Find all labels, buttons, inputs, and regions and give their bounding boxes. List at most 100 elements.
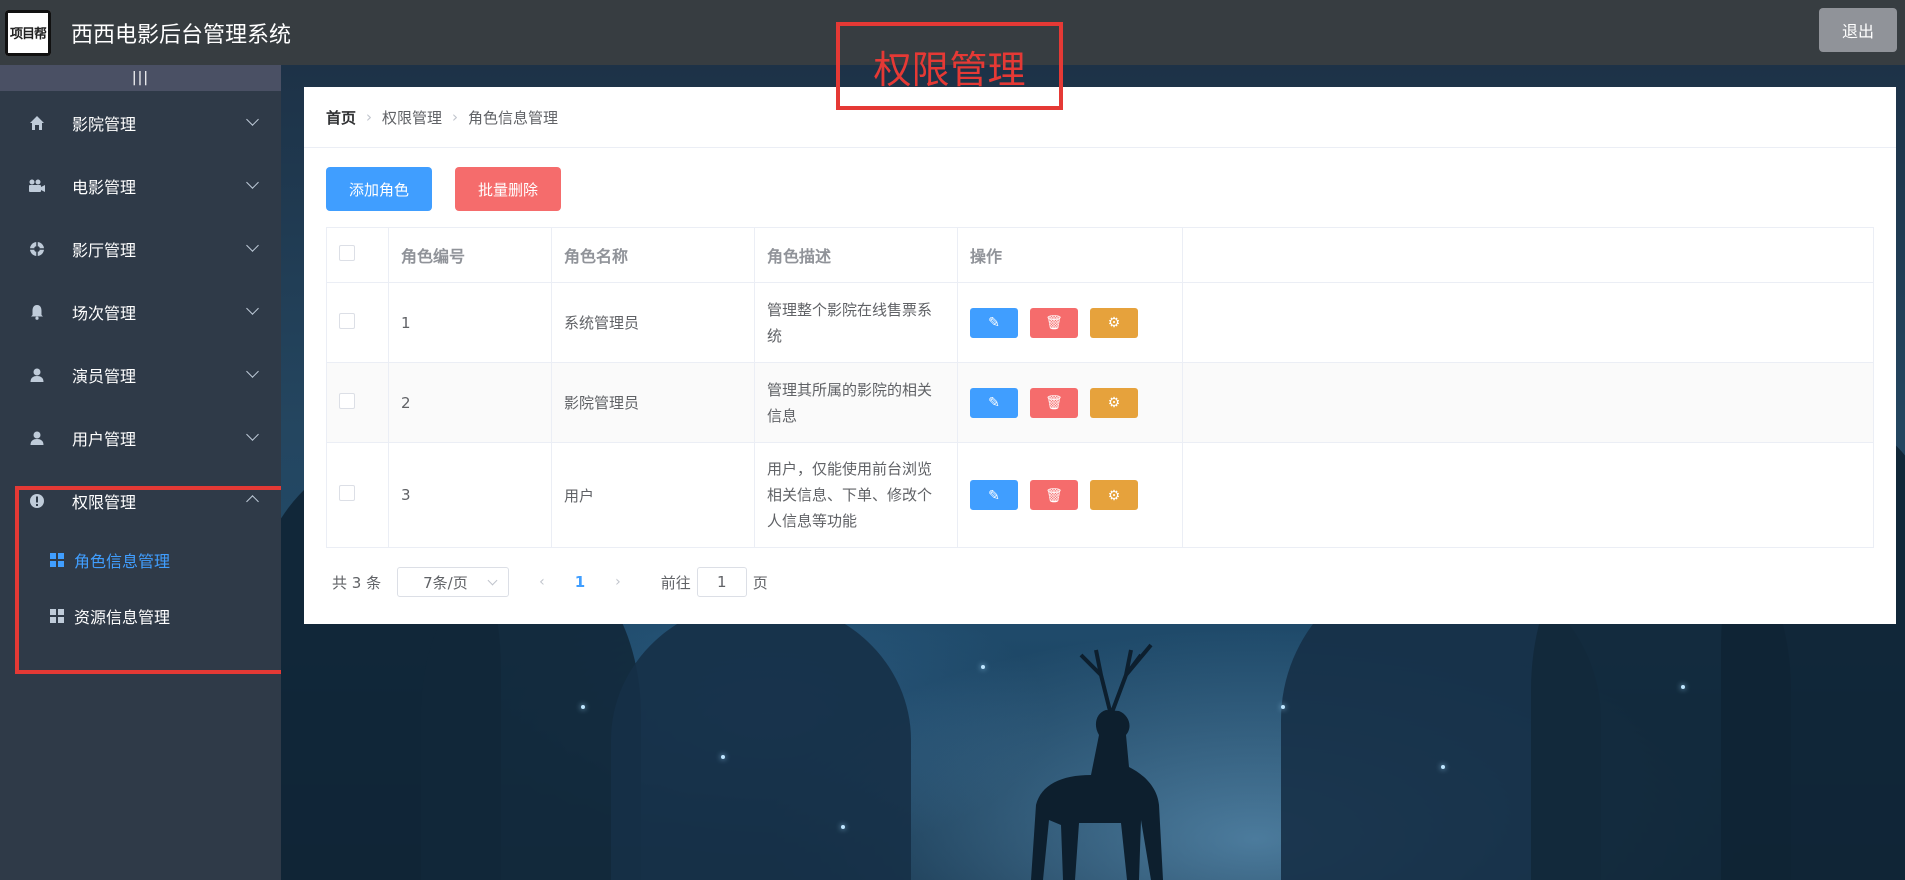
home-icon	[27, 115, 47, 131]
bell-icon	[27, 304, 47, 320]
sidebar-item-actor[interactable]: 演员管理	[0, 343, 281, 406]
filler-cell	[1182, 227, 1874, 283]
delete-button[interactable]: 🗑	[1030, 387, 1078, 418]
delete-button[interactable]: 🗑	[1030, 480, 1078, 510]
row-checkbox[interactable]	[339, 312, 355, 329]
actions-cell: ✎ 🗑 ⚙	[957, 282, 1183, 363]
chevron-down-icon	[246, 428, 259, 441]
sidebar-item-label: 场次管理	[72, 303, 137, 323]
column-header: 操作	[957, 227, 1183, 283]
sidebar-item-schedule[interactable]: 场次管理	[0, 280, 281, 343]
next-page-button[interactable]: ›	[615, 574, 621, 590]
page-unit-label: 页	[752, 573, 768, 592]
breadcrumb-separator: ›	[366, 108, 373, 126]
role-name-cell: 系统管理员	[551, 282, 755, 363]
logo: 项目帮	[5, 9, 51, 56]
chevron-down-icon	[246, 365, 259, 378]
settings-button[interactable]: ⚙	[1090, 387, 1138, 418]
batch-delete-button[interactable]: 批量删除	[455, 167, 562, 211]
collapse-toggle[interactable]: |||	[0, 65, 281, 91]
breadcrumb-current: 角色信息管理	[468, 108, 559, 127]
filler-cell	[1182, 442, 1874, 548]
app-title: 西西电影后台管理系统	[71, 22, 292, 48]
checkbox-cell	[326, 362, 389, 443]
goto-page-input[interactable]	[696, 567, 747, 597]
sidebar-item-user[interactable]: 用户管理	[0, 406, 281, 469]
user-icon	[27, 367, 47, 383]
toolbar: 添加角色 批量删除	[326, 167, 562, 211]
sidebar-item-label: 权限管理	[72, 492, 137, 512]
sidebar-item-label: 影院管理	[72, 114, 137, 134]
row-checkbox[interactable]	[339, 485, 355, 501]
edit-icon: ✎	[988, 486, 1000, 503]
edit-button[interactable]: ✎	[970, 307, 1018, 338]
table-row: 1 系统管理员 管理整个影院在线售票系统 ✎ 🗑 ⚙	[326, 282, 1874, 363]
chevron-up-icon	[246, 495, 259, 508]
select-all-checkbox[interactable]	[339, 245, 355, 261]
edit-icon: ✎	[988, 394, 1000, 410]
row-checkbox[interactable]	[339, 392, 355, 409]
settings-button[interactable]: ⚙	[1090, 480, 1138, 510]
page-size-select[interactable]: 7条/页	[397, 567, 510, 597]
sidebar-item-movie[interactable]: 电影管理	[0, 154, 281, 217]
select-all-cell	[326, 227, 389, 283]
column-header: 角色名称	[551, 227, 755, 283]
chevron-down-icon	[246, 176, 259, 189]
sidebar-item-hall[interactable]: 影厅管理	[0, 217, 281, 280]
total-count: 共 3 条	[332, 573, 382, 592]
edit-icon: ✎	[988, 314, 1000, 330]
table-row: 3 用户 用户，仅能使用前台浏览相关信息、下单、修改个人信息等功能 ✎ 🗑 ⚙	[326, 442, 1874, 548]
add-role-button[interactable]: 添加角色	[326, 167, 433, 211]
role-id-cell: 2	[388, 362, 552, 443]
gear-icon: ⚙	[1107, 486, 1121, 503]
chevron-down-icon	[246, 239, 259, 252]
table-header-row: 角色编号 角色名称 角色描述 操作	[326, 227, 1874, 283]
role-desc-cell: 管理整个影院在线售票系统	[754, 282, 958, 363]
column-header: 角色编号	[388, 227, 552, 283]
filler-cell	[1182, 362, 1874, 443]
sidebar-item-cinema[interactable]: 影院管理	[0, 91, 281, 154]
chevron-down-icon	[246, 113, 259, 126]
sidebar: ||| 影院管理 电影管理 影厅管理 场次管理 演员管理 用户管理 权限管理 角…	[0, 65, 281, 880]
gear-icon: ⚙	[1107, 394, 1121, 410]
sidebar-subitem-label: 资源信息管理	[74, 608, 171, 627]
sidebar-item-label: 影厅管理	[72, 240, 137, 260]
filler-cell	[1182, 282, 1874, 363]
annotation-label: 权限管理	[836, 22, 1063, 110]
sidebar-item-label: 用户管理	[72, 429, 137, 449]
aperture-icon	[27, 241, 47, 257]
role-table: 角色编号 角色名称 角色描述 操作 1 系统管理员 管理整个影院在线售票系统 ✎…	[326, 227, 1874, 548]
edit-button[interactable]: ✎	[970, 480, 1018, 510]
chevron-down-icon	[246, 302, 259, 315]
sidebar-item-label: 电影管理	[72, 177, 137, 197]
trash-icon: 🗑	[1045, 486, 1063, 503]
settings-button[interactable]: ⚙	[1090, 307, 1138, 338]
prev-page-button[interactable]: ‹	[539, 574, 545, 590]
sidebar-subitem-label: 角色信息管理	[74, 552, 171, 571]
sidebar-item-label: 演员管理	[72, 366, 137, 386]
logout-button[interactable]: 退出	[1819, 8, 1897, 52]
sidebar-item-permission[interactable]: 权限管理	[0, 469, 281, 532]
gear-icon: ⚙	[1107, 314, 1121, 330]
page-size-value: 7条/页	[423, 573, 468, 592]
breadcrumb-separator: ›	[452, 108, 459, 126]
breadcrumb-home[interactable]: 首页	[326, 107, 356, 128]
actions-cell: ✎ 🗑 ⚙	[957, 442, 1183, 548]
role-desc-cell: 用户，仅能使用前台浏览相关信息、下单、修改个人信息等功能	[754, 442, 958, 548]
delete-button[interactable]: 🗑	[1030, 307, 1078, 338]
edit-button[interactable]: ✎	[970, 387, 1018, 418]
column-header: 角色描述	[754, 227, 958, 283]
sidebar-subitem-resource-info[interactable]: 资源信息管理	[0, 588, 281, 644]
role-desc-cell: 管理其所属的影院的相关信息	[754, 362, 958, 443]
sidebar-subitem-role-info[interactable]: 角色信息管理	[0, 532, 281, 588]
pagination: 共 3 条 7条/页 ‹ 1 › 前往 页	[332, 567, 768, 597]
breadcrumb: 首页 › 权限管理 › 角色信息管理	[304, 87, 1896, 148]
deer-silhouette	[1031, 643, 1163, 880]
table-row: 2 影院管理员 管理其所属的影院的相关信息 ✎ 🗑 ⚙	[326, 362, 1874, 443]
chevron-down-icon	[487, 575, 498, 586]
page-number-current[interactable]: 1	[575, 573, 585, 591]
trash-icon: 🗑	[1045, 314, 1063, 330]
grid-icon	[50, 553, 64, 567]
role-name-cell: 影院管理员	[551, 362, 755, 443]
grid-icon	[50, 609, 64, 623]
